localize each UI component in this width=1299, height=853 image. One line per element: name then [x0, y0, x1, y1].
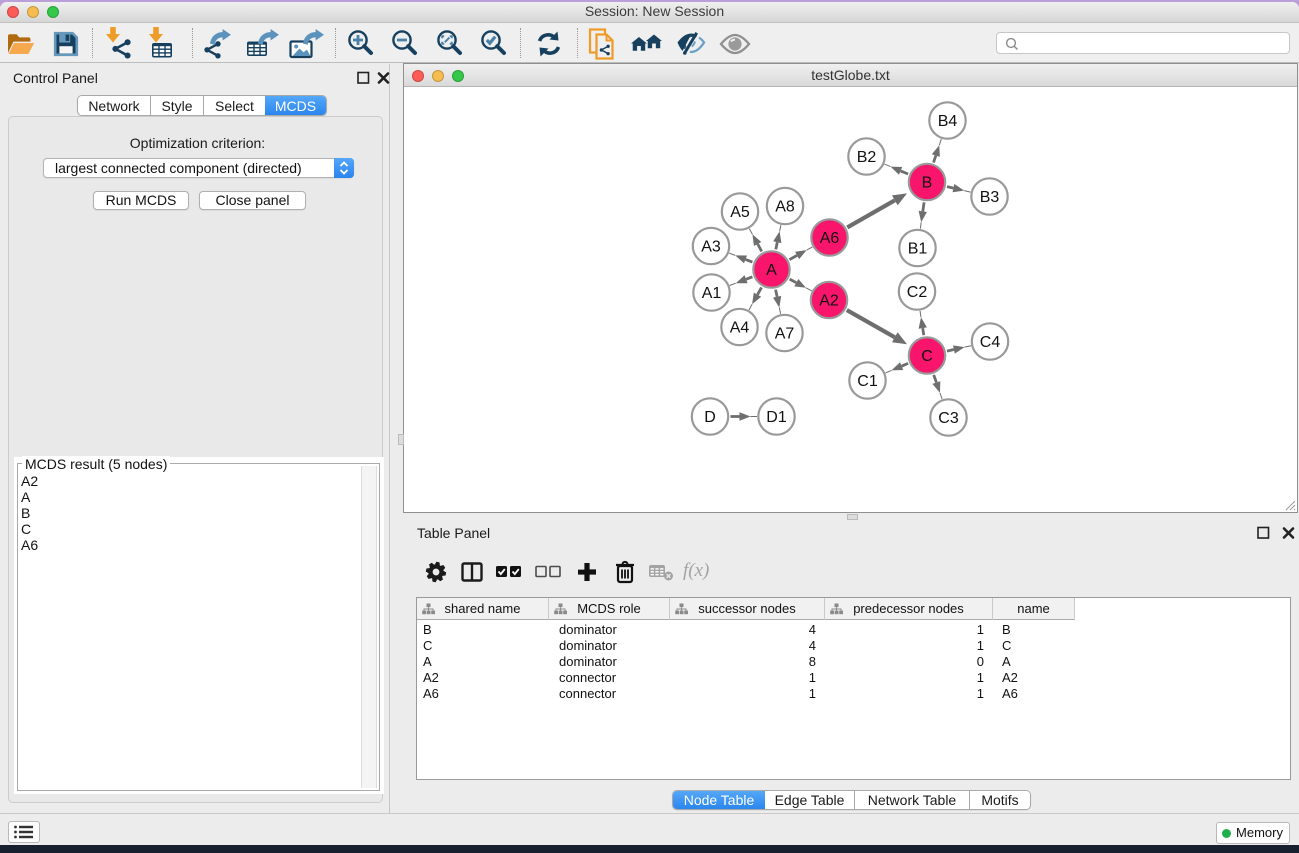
svg-text:A7: A7	[775, 326, 795, 343]
svg-text:A2: A2	[819, 293, 839, 310]
svg-text:C4: C4	[980, 334, 1001, 351]
svg-text:B4: B4	[938, 113, 958, 130]
svg-text:A8: A8	[775, 199, 795, 216]
svg-text:C2: C2	[907, 284, 928, 301]
svg-text:D: D	[704, 409, 716, 426]
svg-text:B2: B2	[857, 149, 877, 166]
svg-text:A6: A6	[820, 230, 840, 247]
svg-text:D1: D1	[766, 409, 787, 426]
svg-text:A5: A5	[730, 204, 750, 221]
svg-text:A4: A4	[730, 320, 750, 337]
svg-text:A: A	[766, 262, 777, 279]
svg-text:C3: C3	[938, 410, 959, 427]
svg-text:C: C	[921, 348, 933, 365]
svg-text:A3: A3	[701, 239, 721, 256]
svg-text:B: B	[922, 175, 933, 192]
svg-text:A1: A1	[702, 285, 722, 302]
svg-text:C1: C1	[857, 373, 878, 390]
svg-text:B3: B3	[980, 189, 1000, 206]
svg-text:B1: B1	[908, 241, 928, 258]
